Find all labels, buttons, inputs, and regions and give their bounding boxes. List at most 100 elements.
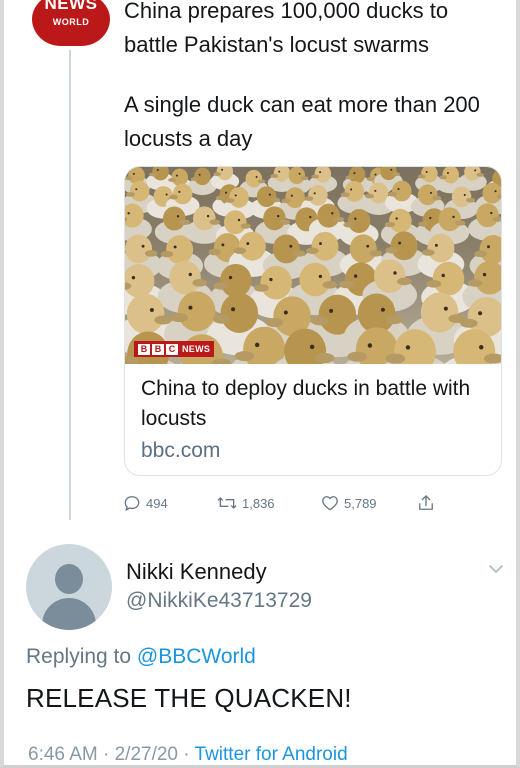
like-button[interactable]: 5,789 xyxy=(320,493,416,513)
duck-eye xyxy=(443,306,448,311)
duck-head xyxy=(311,231,339,261)
replying-to: Replying to @BBCWorld xyxy=(26,645,256,669)
avatar[interactable] xyxy=(26,544,112,630)
duck-eye xyxy=(490,211,493,215)
reply-button[interactable]: 494 xyxy=(122,493,216,513)
duck-bill xyxy=(170,313,188,323)
duck-head xyxy=(476,203,499,228)
duck-bill xyxy=(213,282,229,290)
duck-eye xyxy=(318,274,323,279)
share-button[interactable] xyxy=(416,493,436,513)
duck-eye xyxy=(188,272,192,277)
duck-bill xyxy=(213,314,231,324)
duck-bill xyxy=(281,198,291,204)
duck-eye xyxy=(289,244,293,248)
ducks-photo-drawing xyxy=(125,167,501,364)
link-card[interactable]: BBC NEWS China to deploy ducks in battle… xyxy=(124,166,502,476)
duck-bill xyxy=(392,172,401,177)
duck-eye xyxy=(309,215,312,219)
duck-eye xyxy=(329,308,334,313)
duck-bill xyxy=(254,284,269,292)
duck-bill xyxy=(270,174,279,178)
duck-eye xyxy=(390,168,393,171)
duck-head xyxy=(223,210,247,235)
duck-head xyxy=(390,231,418,261)
duck-bill xyxy=(343,222,354,228)
duck-bill xyxy=(426,280,442,288)
duck-bill xyxy=(240,223,251,229)
duck-head xyxy=(238,231,266,261)
duck-eye xyxy=(350,188,353,191)
duck-eye xyxy=(397,188,400,191)
duck-head xyxy=(163,206,186,231)
duck-bill xyxy=(421,249,435,256)
duck-eye xyxy=(246,242,250,245)
duck-eye xyxy=(398,241,402,245)
duck-bill xyxy=(257,179,266,184)
bbc-news-logo[interactable]: NEWS WORLD xyxy=(32,0,110,46)
tweet-headline: China prepares 100,000 ducks to battle P… xyxy=(124,0,449,57)
duck-eye xyxy=(319,171,322,174)
duck-eye xyxy=(367,343,373,348)
duck-bill xyxy=(467,279,483,287)
tweet-source[interactable]: Twitter for Android xyxy=(195,744,348,765)
duck-bill xyxy=(300,176,309,181)
duck-bill xyxy=(233,247,247,254)
duck-bill xyxy=(225,198,235,203)
duck-eye xyxy=(165,193,168,196)
logo-line2: WORLD xyxy=(52,17,90,27)
duck-eye xyxy=(405,345,411,350)
duck-bill xyxy=(466,197,476,203)
heart-icon xyxy=(322,496,338,511)
duck-eye xyxy=(228,275,233,280)
duck-bill xyxy=(385,315,403,325)
duck-eye xyxy=(309,344,315,350)
user-handle[interactable]: @NikkiKe43713729 xyxy=(126,589,312,613)
duck-bill xyxy=(366,176,375,181)
retweet-icon xyxy=(217,497,237,509)
duck-head xyxy=(349,234,377,264)
duck-eye xyxy=(234,194,237,197)
duck-head xyxy=(392,180,412,202)
replying-prefix: Replying to xyxy=(26,645,132,668)
duck-eye xyxy=(353,274,358,278)
duck-bill xyxy=(265,318,284,328)
duck-eye xyxy=(313,192,316,195)
duck-head xyxy=(166,235,194,265)
duck-bill xyxy=(279,219,291,225)
duck-bill xyxy=(364,193,375,199)
retweet-button[interactable]: 1,836 xyxy=(216,493,320,513)
duck-eye xyxy=(277,214,280,218)
duck-head xyxy=(125,234,153,264)
duck-bill xyxy=(213,172,221,177)
duck-eye xyxy=(463,193,466,197)
tweet-timestamp[interactable]: 6:46 AM · 2/27/20 · xyxy=(28,744,190,765)
duck-bill xyxy=(160,250,174,258)
duck-eye xyxy=(278,170,281,173)
duck-eye xyxy=(290,194,293,197)
duck-bill xyxy=(311,316,329,326)
duck-eye xyxy=(298,172,301,175)
tweet-subline: A single duck can eat more than 200 locu… xyxy=(124,92,480,151)
tweet-actions: 494 1,836 5,789 xyxy=(122,488,462,518)
duck-bill xyxy=(385,353,406,364)
duck-head xyxy=(177,291,216,332)
duck-eye xyxy=(131,275,136,280)
duck-head xyxy=(256,186,277,208)
duck-bill xyxy=(455,220,466,226)
duck-head xyxy=(229,186,249,208)
mention-link[interactable]: @BBCWorld xyxy=(137,645,256,668)
duck-bill xyxy=(476,172,484,177)
screenshot-frame: NEWS WORLD China prepares 100,000 ducks … xyxy=(0,0,520,768)
duck-bill xyxy=(333,216,345,223)
duck-bill xyxy=(306,247,319,254)
display-name[interactable]: Nikki Kennedy xyxy=(126,559,267,585)
chevron-down-icon[interactable] xyxy=(487,563,505,575)
duck-eye xyxy=(173,245,177,249)
duck-bill xyxy=(271,197,281,203)
duck-eye xyxy=(374,173,377,176)
duck-bill xyxy=(208,248,222,256)
badge-label: NEWS xyxy=(182,344,211,354)
duck-eye xyxy=(178,190,181,193)
duck-eye xyxy=(446,171,449,174)
